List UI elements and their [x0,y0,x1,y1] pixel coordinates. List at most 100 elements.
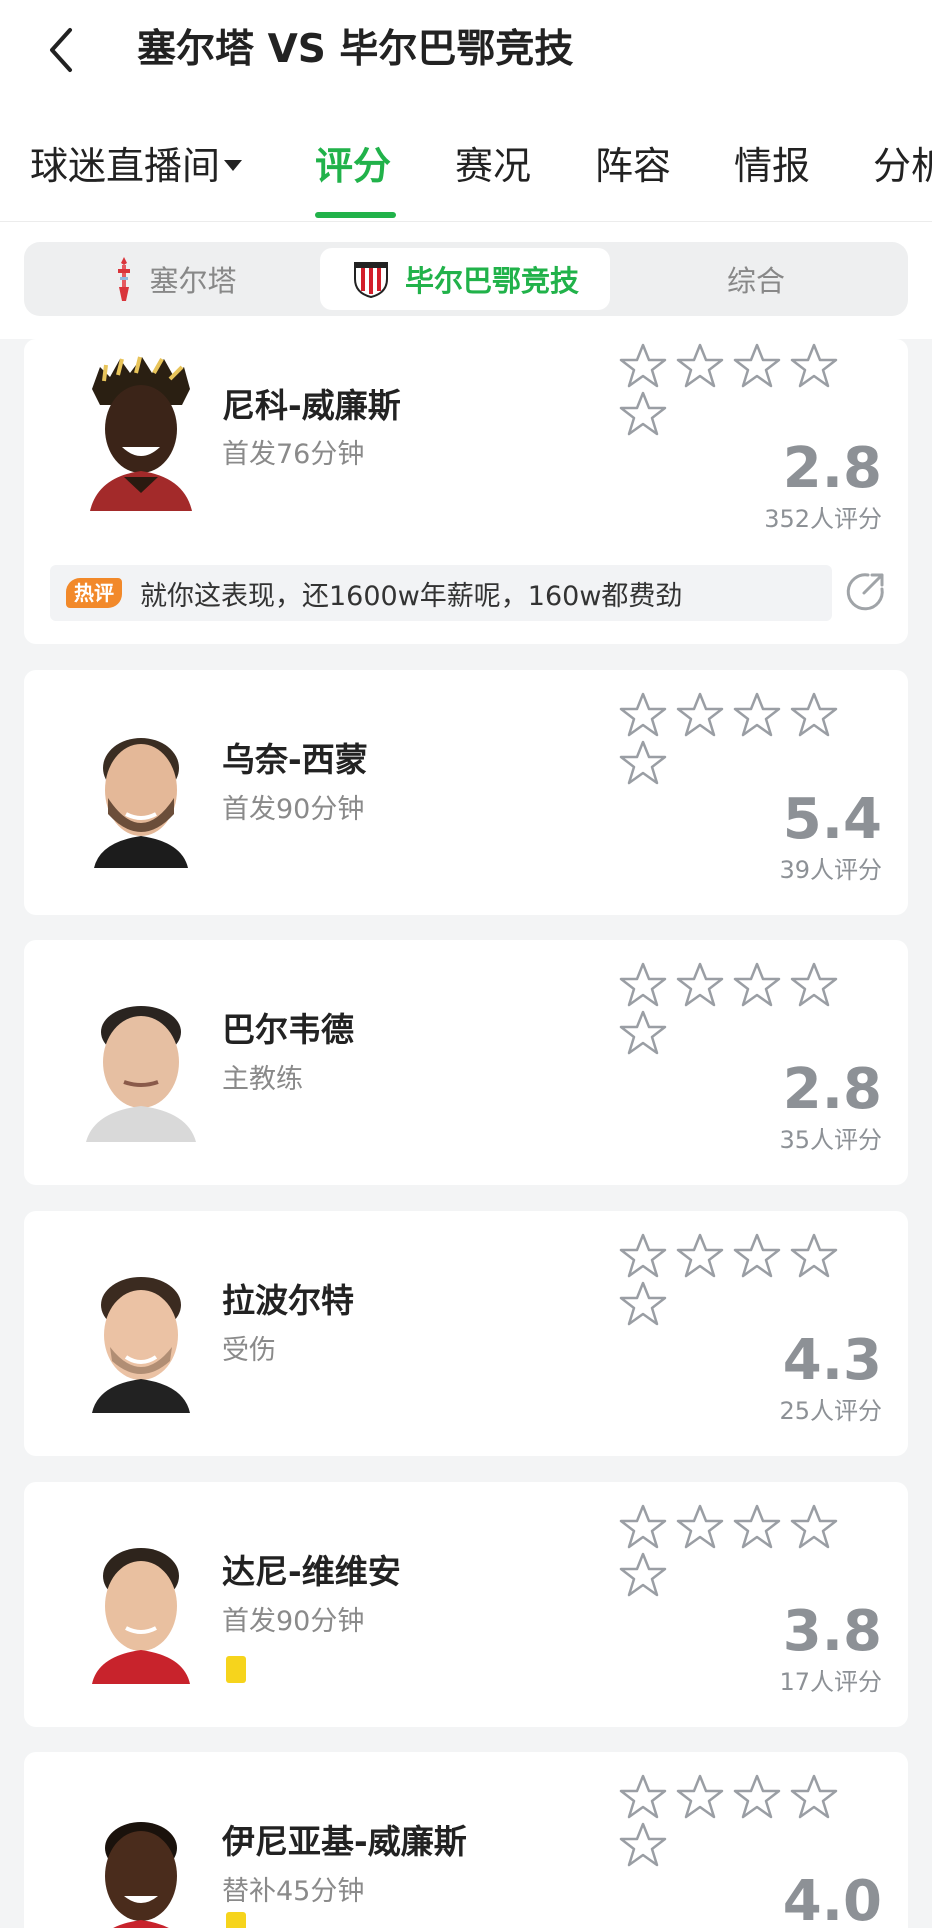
star-icon[interactable] [675,960,725,1010]
star-icon[interactable] [618,1820,668,1870]
player-avatar [70,353,212,511]
star-icon[interactable] [618,1231,668,1281]
player-card[interactable]: 乌奈-西蒙 首发90分钟 5.4 39人评分 [24,670,908,915]
rating-count: 35人评分 [779,1126,882,1154]
star-icon[interactable] [732,1502,782,1552]
player-status: 替补45分钟 [222,1876,365,1907]
player-name: 拉波尔特 [222,1281,354,1320]
star-icon[interactable] [789,1231,839,1281]
star-icon[interactable] [789,1502,839,1552]
rating-count: 352人评分 [764,505,882,533]
yellow-card-icon [226,1656,246,1683]
star-icon[interactable] [618,1772,668,1822]
hot-comment-text: 就你这表现，还1600w年薪呢，160w都费劲 [140,580,683,612]
team-switcher: 塞尔塔 毕尔巴鄂竞技 综合 [24,242,908,316]
yellow-card-icon [226,1912,246,1928]
player-name: 巴尔韦德 [222,1010,354,1049]
tab-label: 赛况 [455,144,532,188]
segment-athletic[interactable]: 毕尔巴鄂竞技 [320,248,610,310]
segment-label: 综合 [726,264,785,298]
player-score: 4.3 [782,1328,882,1393]
hot-comment-badge: 热评 [66,578,122,608]
player-score: 2.8 [782,436,882,501]
tab-label: 分析 [873,144,932,188]
player-card[interactable]: 巴尔韦德 主教练 2.8 35人评分 [24,940,908,1185]
caret-down-icon [224,160,243,171]
player-score: 4.0 [782,1869,882,1928]
star-icon[interactable] [675,341,725,391]
player-avatar [70,1255,212,1413]
tab-label: 阵容 [595,144,672,188]
star-icon[interactable] [675,1502,725,1552]
star-icon[interactable] [732,341,782,391]
star-icon[interactable] [618,960,668,1010]
star-icon[interactable] [618,341,668,391]
player-score: 2.8 [782,1057,882,1122]
star-icon[interactable] [789,341,839,391]
player-score: 3.8 [782,1599,882,1664]
star-icon[interactable] [618,1502,668,1552]
star-icon[interactable] [618,690,668,740]
star-icon[interactable] [675,690,725,740]
star-icon[interactable] [789,1772,839,1822]
player-card[interactable]: 拉波尔特 受伤 4.3 25人评分 [24,1211,908,1456]
star-icon[interactable] [618,1550,668,1600]
rating-count: 17人评分 [779,1668,882,1696]
player-status: 主教练 [222,1064,303,1095]
star-icon[interactable] [675,1231,725,1281]
segment-label: 塞尔塔 [149,264,237,298]
player-name: 乌奈-西蒙 [222,740,368,779]
tab-intel[interactable]: 情报 [734,140,810,192]
share-icon[interactable] [844,569,888,613]
player-status: 首发90分钟 [222,794,365,825]
star-icon[interactable] [732,960,782,1010]
team-switcher-area: 塞尔塔 毕尔巴鄂竞技 综合 [0,222,932,339]
player-status: 受伤 [222,1335,276,1366]
player-name: 达尼-维维安 [222,1552,401,1591]
page: 塞尔塔 VS 毕尔巴鄂竞技 球迷直播间 评分 赛况 阵容 情报 分析 塞尔塔 毕… [0,0,932,1928]
segment-overall[interactable]: 综合 [610,248,902,310]
player-avatar [70,1796,212,1928]
tab-match-status[interactable]: 赛况 [455,140,531,192]
hot-comment-bar[interactable]: 热评 就你这表现，还1600w年薪呢，160w都费劲 [50,565,832,621]
tab-lineup[interactable]: 阵容 [595,140,671,192]
player-avatar [70,1526,212,1684]
tab-label: 情报 [734,144,811,188]
player-card[interactable]: 尼科-威廉斯 首发76分钟 2.8 352人评分 热评 就你这表现，还1600w… [24,339,908,644]
player-avatar [70,710,212,868]
app-header: 塞尔塔 VS 毕尔巴鄂竞技 [0,0,932,100]
rating-count: 25人评分 [779,1397,882,1425]
player-card[interactable]: 达尼-维维安 首发90分钟 3.8 17人评分 [24,1482,908,1727]
back-button[interactable] [36,20,86,80]
tab-fan-live[interactable]: 球迷直播间 [30,140,243,192]
active-tab-indicator [315,212,396,218]
star-icon[interactable] [732,690,782,740]
tab-rating[interactable]: 评分 [315,140,391,192]
star-icon[interactable] [789,690,839,740]
athletic-crest-icon [351,259,391,299]
star-icon[interactable] [675,1772,725,1822]
player-status: 首发90分钟 [222,1606,365,1637]
chevron-left-icon [50,28,72,72]
star-icon[interactable] [732,1772,782,1822]
tab-bar: 球迷直播间 评分 赛况 阵容 情报 分析 [0,100,932,222]
star-icon[interactable] [618,1279,668,1329]
star-icon[interactable] [618,1008,668,1058]
player-score: 5.4 [782,787,882,852]
player-card[interactable]: 伊尼亚基-威廉斯 替补45分钟 4.0 [24,1752,908,1928]
segment-label: 毕尔巴鄂竞技 [404,264,579,298]
star-icon[interactable] [732,1231,782,1281]
player-status: 首发76分钟 [222,439,365,470]
player-name: 尼科-威廉斯 [222,386,401,425]
page-title: 塞尔塔 VS 毕尔巴鄂竞技 [137,27,574,72]
tab-label: 评分 [315,144,392,188]
celta-crest-icon [113,255,135,303]
tab-analysis[interactable]: 分析 [873,140,932,192]
segment-celta[interactable]: 塞尔塔 [30,248,320,310]
star-icon[interactable] [618,738,668,788]
star-icon[interactable] [789,960,839,1010]
star-icon[interactable] [618,389,668,439]
tab-label: 球迷直播间 [30,144,221,188]
player-name: 伊尼亚基-威廉斯 [222,1822,467,1861]
rating-count: 39人评分 [779,856,882,884]
